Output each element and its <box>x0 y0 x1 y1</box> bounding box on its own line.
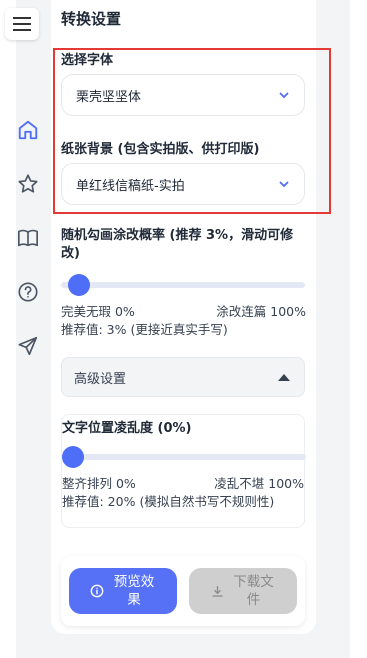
rail-send[interactable] <box>14 332 42 360</box>
jitter-slider-thumb[interactable] <box>62 446 84 468</box>
send-icon <box>18 336 38 356</box>
caret-up-icon <box>278 374 290 381</box>
download-icon <box>211 585 223 597</box>
chevron-down-icon <box>279 92 289 99</box>
info-icon <box>90 584 104 598</box>
jitter-slider-label: 文字位置凌乱度 (0%) <box>62 421 192 436</box>
hamburger-icon <box>13 17 31 31</box>
panel-title: 转换设置 <box>61 10 122 28</box>
download-button-label: 下载文件 <box>233 574 274 608</box>
doodle-max-label: 涂改连篇 100% <box>216 304 306 319</box>
doodle-min-label: 完美无瑕 0% <box>61 304 135 319</box>
action-bar: 预览效果 下载文件 <box>61 556 305 626</box>
jitter-min-label: 整齐排列 0% <box>62 476 136 491</box>
settings-panel: 转换设置 选择字体 栗壳坚坚体 纸张背景 (包含实拍版、供打印版) 单红线信稿纸… <box>51 0 331 634</box>
paper-select-label: 纸张背景 (包含实拍版、供打印版) <box>61 142 260 157</box>
paper-select-value: 单红线信稿纸-实拍 <box>76 178 185 194</box>
help-icon <box>18 282 38 302</box>
font-select-label: 选择字体 <box>61 53 114 68</box>
doodle-slider-label: 随机勾画涂改概率 (推荐 3%，滑动可修改) <box>61 228 294 261</box>
book-icon <box>18 229 38 247</box>
rail-favorites[interactable] <box>14 170 42 198</box>
jitter-max-label: 凌乱不堪 100% <box>214 476 304 491</box>
preview-button-label: 预览效果 <box>113 574 155 608</box>
advanced-section: 文字位置凌乱度 (0%) 整齐排列 0% 凌乱不堪 100% 推荐值: 20% … <box>61 414 306 528</box>
chevron-down-icon <box>279 181 289 188</box>
preview-button[interactable]: 预览效果 <box>69 568 177 614</box>
advanced-toggle[interactable]: 高级设置 <box>61 357 305 397</box>
advanced-toggle-label: 高级设置 <box>74 371 127 387</box>
paper-select[interactable]: 单红线信稿纸-实拍 <box>61 163 305 205</box>
doodle-slider[interactable] <box>61 274 305 296</box>
doodle-hint: 推荐值: 3% (更接近真实手写) <box>61 322 228 337</box>
menu-button[interactable] <box>5 8 39 40</box>
download-button[interactable]: 下载文件 <box>189 568 297 614</box>
rail-home[interactable] <box>14 116 42 144</box>
rail-help[interactable] <box>14 278 42 306</box>
home-icon <box>18 120 38 140</box>
star-icon <box>18 174 38 193</box>
font-select-value: 栗壳坚坚体 <box>76 89 142 105</box>
font-select[interactable]: 栗壳坚坚体 <box>61 74 305 116</box>
jitter-slider[interactable] <box>62 446 306 468</box>
jitter-hint: 推荐值: 20% (模拟自然书写不规则性) <box>62 494 275 509</box>
doodle-slider-thumb[interactable] <box>67 274 90 296</box>
rail-docs[interactable] <box>14 224 42 252</box>
